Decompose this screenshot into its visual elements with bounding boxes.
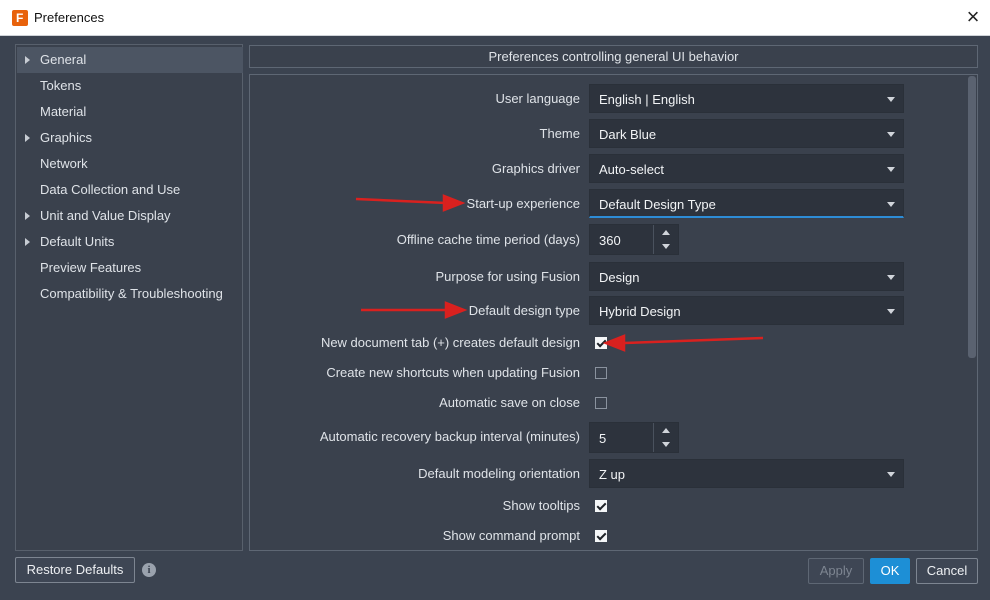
sidebar-item-network[interactable]: Network (17, 151, 243, 177)
startup-experience-label: Start-up experience (466, 196, 580, 211)
user-language-label: User language (495, 91, 580, 106)
purpose-dropdown[interactable]: Design (589, 262, 904, 291)
theme-dropdown[interactable]: Dark Blue (589, 119, 904, 148)
chevron-down-icon (887, 97, 895, 102)
sidebar-item-graphics[interactable]: Graphics (17, 125, 243, 151)
offline-cache-label: Offline cache time period (days) (396, 232, 580, 247)
sidebar-item-general[interactable]: General (17, 47, 243, 73)
create-shortcuts-checkbox[interactable] (595, 367, 607, 379)
graphics-driver-dropdown[interactable]: Auto-select (589, 154, 904, 183)
modeling-orientation-label: Default modeling orientation (418, 466, 580, 481)
fusion-app-icon: F (12, 10, 28, 26)
spin-buttons[interactable] (653, 423, 678, 452)
sidebar-item-compatibility[interactable]: Compatibility & Troubleshooting (17, 281, 243, 307)
cancel-button[interactable]: Cancel (916, 558, 978, 584)
auto-save-label: Automatic save on close (439, 395, 580, 410)
graphics-driver-label: Graphics driver (491, 161, 580, 176)
arrow-down-icon[interactable] (662, 442, 670, 447)
chevron-right-icon[interactable] (25, 212, 30, 220)
chevron-down-icon (887, 309, 895, 314)
new-doc-tab-label: New document tab (+) creates default des… (320, 335, 580, 350)
chevron-right-icon[interactable] (25, 134, 30, 142)
create-shortcuts-label: Create new shortcuts when updating Fusio… (326, 365, 580, 380)
show-tooltips-checkbox[interactable] (595, 500, 607, 512)
arrow-up-icon[interactable] (662, 230, 670, 235)
show-tooltips-label: Show tooltips (502, 498, 580, 513)
purpose-label: Purpose for using Fusion (435, 269, 580, 284)
default-design-type-label: Default design type (468, 303, 580, 318)
sidebar-item-default-units[interactable]: Default Units (17, 229, 243, 255)
show-command-prompt-label: Show command prompt (442, 528, 580, 543)
chevron-right-icon[interactable] (25, 238, 30, 246)
spin-buttons[interactable] (653, 225, 678, 254)
show-command-prompt-checkbox[interactable] (595, 530, 607, 542)
sidebar-item-data-collection[interactable]: Data Collection and Use (17, 177, 243, 203)
startup-experience-dropdown[interactable]: Default Design Type (589, 189, 904, 218)
arrow-down-icon[interactable] (662, 244, 670, 249)
recovery-interval-label: Automatic recovery backup interval (minu… (319, 429, 580, 444)
sidebar-item-tokens[interactable]: Tokens (17, 73, 243, 99)
recovery-interval-spinbox[interactable]: 5 (589, 422, 679, 453)
apply-button[interactable]: Apply (808, 558, 864, 584)
new-doc-tab-checkbox[interactable] (595, 337, 607, 349)
info-icon[interactable]: i (142, 563, 156, 577)
chevron-down-icon (887, 472, 895, 477)
modeling-orientation-dropdown[interactable]: Z up (589, 459, 904, 488)
chevron-down-icon (887, 275, 895, 280)
theme-label: Theme (539, 126, 580, 141)
sidebar: General Tokens Material Graphics Network… (15, 44, 243, 551)
arrow-up-icon[interactable] (662, 428, 670, 433)
panel-scrollbar[interactable] (968, 76, 976, 358)
sidebar-item-preview-features[interactable]: Preview Features (17, 255, 243, 281)
default-design-type-dropdown[interactable]: Hybrid Design (589, 296, 904, 325)
restore-defaults-button[interactable]: Restore Defaults (15, 557, 135, 583)
offline-cache-spinbox[interactable]: 360 (589, 224, 679, 255)
title-bar: F Preferences × (0, 0, 990, 36)
user-language-dropdown[interactable]: English | English (589, 84, 904, 113)
chevron-right-icon[interactable] (25, 56, 30, 64)
panel-header: Preferences controlling general UI behav… (249, 45, 978, 68)
chevron-down-icon (887, 167, 895, 172)
chevron-down-icon (887, 202, 895, 207)
close-icon[interactable]: × (962, 6, 984, 28)
sidebar-item-material[interactable]: Material (17, 99, 243, 125)
ok-button[interactable]: OK (870, 558, 910, 584)
auto-save-checkbox[interactable] (595, 397, 607, 409)
window-title: Preferences (34, 10, 105, 25)
chevron-down-icon (887, 132, 895, 137)
sidebar-item-unit-value-display[interactable]: Unit and Value Display (17, 203, 243, 229)
